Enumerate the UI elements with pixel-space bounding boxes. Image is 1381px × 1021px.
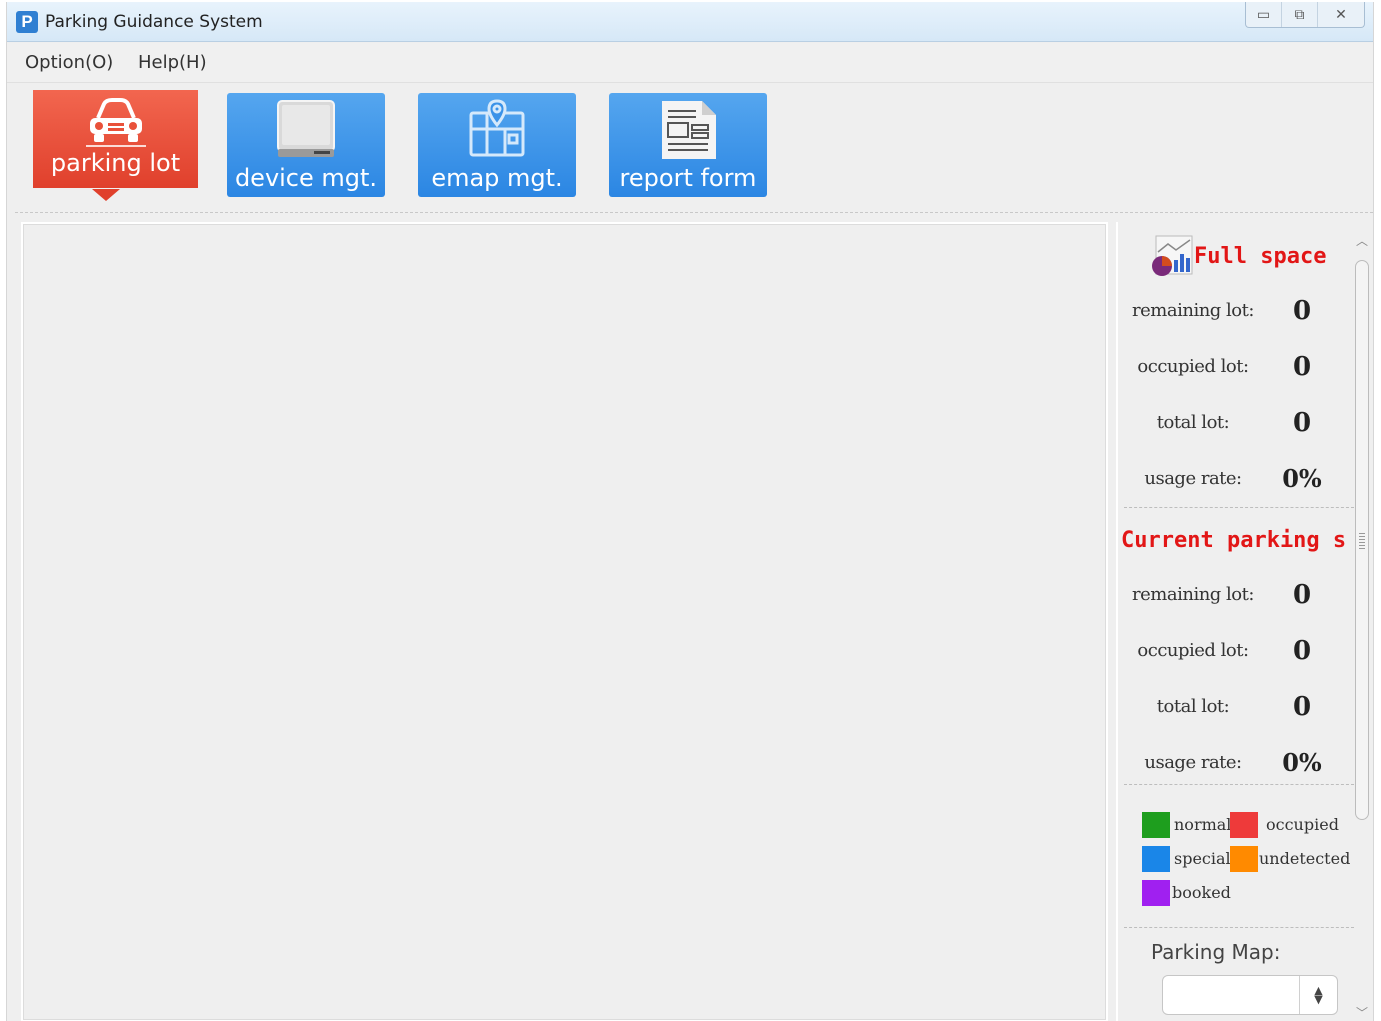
tab-report-form[interactable]: report form <box>609 93 767 197</box>
restore-icon: ⧉ <box>1294 6 1305 23</box>
spinner-arrows-icon[interactable]: ▲ ▼ <box>1299 976 1337 1014</box>
side-panel-scrollbar[interactable]: ︿ ﹀ <box>1354 228 1370 1021</box>
parking-map-label: Parking Map: <box>1151 940 1281 964</box>
tab-label: device mgt. <box>234 164 378 192</box>
full-remaining-value: 0 <box>1292 296 1312 326</box>
menu-option[interactable]: Option(O) <box>25 52 113 74</box>
current-usage-label: usage rate: <box>1144 752 1242 773</box>
minimize-icon: ▭ <box>1256 6 1271 23</box>
scrollbar-thumb[interactable] <box>1355 260 1369 820</box>
current-usage-value: 0% <box>1282 748 1322 777</box>
restore-button[interactable]: ⧉ <box>1282 2 1318 27</box>
tab-device-mgt[interactable]: device mgt. <box>227 93 385 197</box>
current-total-value: 0 <box>1292 692 1312 722</box>
section-divider <box>1124 784 1354 785</box>
full-usage-label: usage rate: <box>1144 468 1242 489</box>
current-remaining-value: 0 <box>1292 580 1312 610</box>
scroll-up-icon[interactable]: ︿ <box>1354 232 1370 248</box>
menu-help[interactable]: Help(H) <box>138 52 207 74</box>
scroll-down-icon[interactable]: ﹀ <box>1354 1004 1370 1020</box>
legend-occupied-label: occupied <box>1266 815 1339 834</box>
legend-special-swatch <box>1142 846 1170 872</box>
legend-undetected-label: undetected <box>1259 849 1351 868</box>
minimize-button[interactable]: ▭ <box>1246 2 1282 27</box>
statistics-panel: Full space remaining lot: 0 occupied lot… <box>1116 222 1370 1021</box>
app-window: P Parking Guidance System ▭ ⧉ ✕ Option(O… <box>6 2 1374 1021</box>
legend-booked-label: booked <box>1172 883 1231 902</box>
legend-undetected-swatch <box>1230 846 1258 872</box>
section-divider <box>1124 927 1354 928</box>
tab-label: emap mgt. <box>431 164 563 192</box>
tab-label: parking lot <box>50 149 181 177</box>
map-pin-icon <box>469 99 525 157</box>
current-occupied-value: 0 <box>1292 636 1312 666</box>
full-occupied-label: occupied lot: <box>1137 356 1249 377</box>
full-total-value: 0 <box>1292 408 1312 438</box>
car-icon <box>85 98 146 147</box>
full-space-title: Full space <box>1194 244 1327 269</box>
current-occupied-label: occupied lot: <box>1137 640 1249 661</box>
scroll-grip-icon <box>1359 533 1365 549</box>
monitor-icon <box>277 100 335 157</box>
full-remaining-label: remaining lot: <box>1132 300 1254 321</box>
full-occupied-value: 0 <box>1292 352 1312 382</box>
app-logo-icon: P <box>16 11 38 33</box>
document-icon <box>662 101 716 159</box>
window-title: Parking Guidance System <box>45 12 263 32</box>
legend-booked-swatch <box>1142 880 1170 906</box>
close-icon: ✕ <box>1335 6 1347 23</box>
legend-occupied-swatch <box>1230 812 1258 838</box>
window-controls: ▭ ⧉ ✕ <box>1245 2 1365 28</box>
tab-parking-lot[interactable]: parking lot <box>33 90 198 188</box>
toolbar-divider <box>15 212 1373 213</box>
tab-emap-mgt[interactable]: emap mgt. <box>418 93 576 197</box>
title-bar[interactable]: P Parking Guidance System ▭ ⧉ ✕ <box>7 2 1373 42</box>
close-button[interactable]: ✕ <box>1318 2 1364 27</box>
full-total-label: total lot: <box>1156 412 1230 433</box>
parking-map-select[interactable]: ▲ ▼ <box>1162 975 1338 1015</box>
full-usage-value: 0% <box>1282 464 1322 493</box>
parking-map-canvas[interactable] <box>21 222 1108 1021</box>
menu-bar: Option(O) Help(H) <box>7 43 1373 83</box>
legend-normal-label: normal <box>1174 815 1232 834</box>
toolbar: parking lot device mgt. emap mgt. report… <box>7 84 1373 214</box>
current-parking-title: Current parking s <box>1121 528 1347 553</box>
current-remaining-label: remaining lot: <box>1132 584 1254 605</box>
legend-normal-swatch <box>1142 812 1170 838</box>
chart-icon <box>1152 235 1193 276</box>
section-divider <box>1124 507 1354 508</box>
tab-label: report form <box>619 164 757 192</box>
current-total-label: total lot: <box>1156 696 1230 717</box>
legend-special-label: special <box>1174 849 1231 868</box>
active-tab-pointer <box>92 189 120 201</box>
